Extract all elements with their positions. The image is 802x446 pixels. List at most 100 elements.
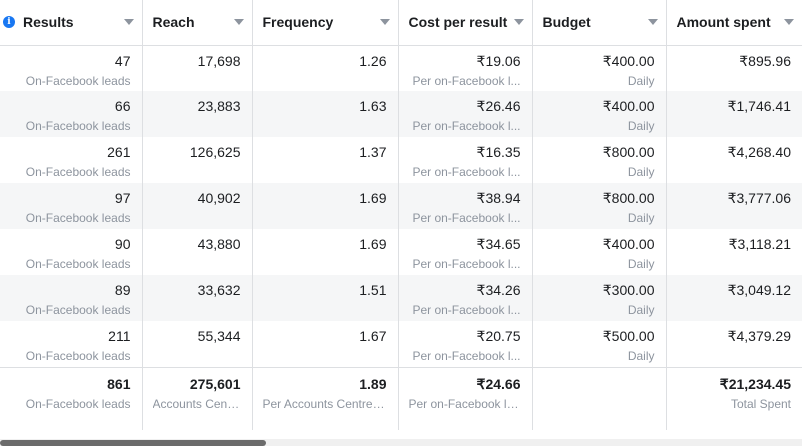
column-header-budget[interactable]: Budget [532,0,667,46]
budget-subtext: Daily [627,211,655,225]
budget-cell: ₹300.00 Daily [532,275,667,321]
total-frequency-value: 1.89 [359,375,387,392]
reach-cell: 43,880 [142,229,253,275]
amount-spent-cell: ₹3,049.12 [666,275,802,321]
budget-cell: ₹500.00 Daily [532,321,667,367]
results-subtext: On-Facebook leads [25,211,131,225]
amount-spent-value: ₹4,268.40 [727,144,791,160]
frequency-cell: 1.37 [252,137,399,183]
sort-caret-down-icon[interactable] [784,19,794,25]
total-results-subtext: On-Facebook leads [25,396,131,411]
cost-per-result-value: ₹19.06 [476,52,521,69]
budget-value: ₹400.00 [602,236,655,252]
cost-per-result-cell: ₹26.46 Per on-Facebook l... [398,91,533,137]
results-value: 97 [114,190,131,206]
results-value: 47 [114,52,131,69]
cost-per-result-value: ₹34.26 [476,282,521,298]
budget-subtext: Daily [627,349,655,363]
frequency-value: 1.51 [359,282,387,298]
amount-spent-cell: ₹3,118.21 [666,229,802,275]
amount-spent-cell: ₹895.96 [666,45,802,91]
frequency-cell: 1.67 [252,321,399,367]
results-cell: 66 On-Facebook leads [0,91,143,137]
budget-subtext: Daily [627,257,655,271]
results-subtext: On-Facebook leads [25,257,131,271]
sort-caret-down-icon[interactable] [233,19,244,25]
budget-subtext: Daily [627,73,655,88]
sort-caret-down-icon[interactable] [379,19,390,25]
reach-cell: 23,883 [142,91,253,137]
results-value: 90 [114,236,131,252]
cost-per-result-subtext: Per on-Facebook l... [412,349,521,363]
reach-value: 43,880 [197,236,241,252]
frequency-value: 1.67 [359,328,387,344]
frequency-cell: 1.63 [252,91,399,137]
budget-subtext: Daily [627,165,655,179]
column-header-results[interactable]: i Results [0,0,143,46]
total-spent-cell: ₹21,234.45 Total Spent [666,366,802,430]
table-row[interactable]: 90 On-Facebook leads 43,880 1.69 ₹34.65 Per o… [0,229,802,275]
budget-cell: ₹800.00 Daily [532,137,667,183]
table-row[interactable]: 97 On-Facebook leads 40,902 1.69 ₹38.94 Per o… [0,183,802,229]
frequency-value: 1.63 [359,98,387,114]
reach-value: 23,883 [197,98,241,114]
cost-per-result-value: ₹26.46 [476,98,521,114]
table-row[interactable]: 47 On-Facebook leads 17,698 1.26 ₹19.06 Per o… [0,45,802,91]
amount-spent-value: ₹1,746.41 [727,98,791,114]
budget-value: ₹400.00 [602,98,655,114]
column-header-label: Frequency [262,14,334,31]
table-row[interactable]: 261 On-Facebook leads 126,625 1.37 ₹16.35 Per… [0,137,802,183]
amount-spent-cell: ₹4,268.40 [666,137,802,183]
total-reach-subtext: Accounts Centr... [152,396,241,411]
column-header-reach[interactable]: Reach [142,0,253,46]
column-header-label: Reach [152,14,195,31]
budget-subtext: Daily [627,303,655,317]
amount-spent-value: ₹4,379.29 [727,328,791,344]
results-subtext: On-Facebook leads [25,349,131,363]
total-cost-subtext: Per on-Facebook lea... [408,396,521,411]
column-header-label: Budget [542,14,591,31]
table-row[interactable]: 89 On-Facebook leads 33,632 1.51 ₹34.26 Per o… [0,275,802,321]
reach-cell: 55,344 [142,321,253,367]
column-header-frequency[interactable]: Frequency [252,0,399,46]
reach-value: 17,698 [197,52,241,69]
column-header-label: Amount spent [676,14,771,31]
cost-per-result-cell: ₹19.06 Per on-Facebook l... [398,45,533,91]
column-header-label: Cost per result [408,14,508,31]
amount-spent-value: ₹895.96 [739,52,791,69]
cost-per-result-value: ₹20.75 [476,328,521,344]
reach-value: 126,625 [189,144,241,160]
reach-cell: 126,625 [142,137,253,183]
total-results-value: 861 [107,375,131,392]
column-header-label: Results [23,14,74,31]
total-reach-value: 275,601 [189,375,241,392]
sort-caret-down-icon[interactable] [513,19,524,25]
header-row: i Results Reach Frequency Cost per resul… [0,0,802,46]
column-header-cost-per-result[interactable]: Cost per result [398,0,533,46]
cost-per-result-subtext: Per on-Facebook l... [412,73,521,88]
total-cost-cell: ₹24.66 Per on-Facebook lea... [398,366,533,430]
results-cell: 90 On-Facebook leads [0,229,143,275]
results-value: 89 [114,282,131,298]
sort-caret-down-icon[interactable] [123,19,134,25]
budget-cell: ₹400.00 Daily [532,45,667,91]
total-frequency-subtext: Per Accounts Centre a... [262,396,387,411]
frequency-value: 1.37 [359,144,387,160]
info-icon[interactable]: i [3,16,15,29]
horizontal-scrollbar-thumb[interactable] [0,440,266,446]
sort-caret-down-icon[interactable] [647,19,658,25]
reach-value: 33,632 [197,282,241,298]
amount-spent-value: ₹3,777.06 [727,190,791,206]
results-subtext: On-Facebook leads [25,165,131,179]
cost-per-result-cell: ₹16.35 Per on-Facebook l... [398,137,533,183]
total-budget-cell [532,366,667,430]
total-reach-cell: 275,601 Accounts Centr... [142,366,253,430]
table-row[interactable]: 66 On-Facebook leads 23,883 1.63 ₹26.46 Per o… [0,91,802,137]
budget-value: ₹300.00 [602,282,655,298]
frequency-cell: 1.69 [252,229,399,275]
frequency-cell: 1.69 [252,183,399,229]
budget-value: ₹400.00 [602,52,655,69]
column-header-amount-spent[interactable]: Amount spent [666,0,802,46]
table-row[interactable]: 211 On-Facebook leads 55,344 1.67 ₹20.75 Per … [0,321,802,367]
cost-per-result-cell: ₹20.75 Per on-Facebook l... [398,321,533,367]
